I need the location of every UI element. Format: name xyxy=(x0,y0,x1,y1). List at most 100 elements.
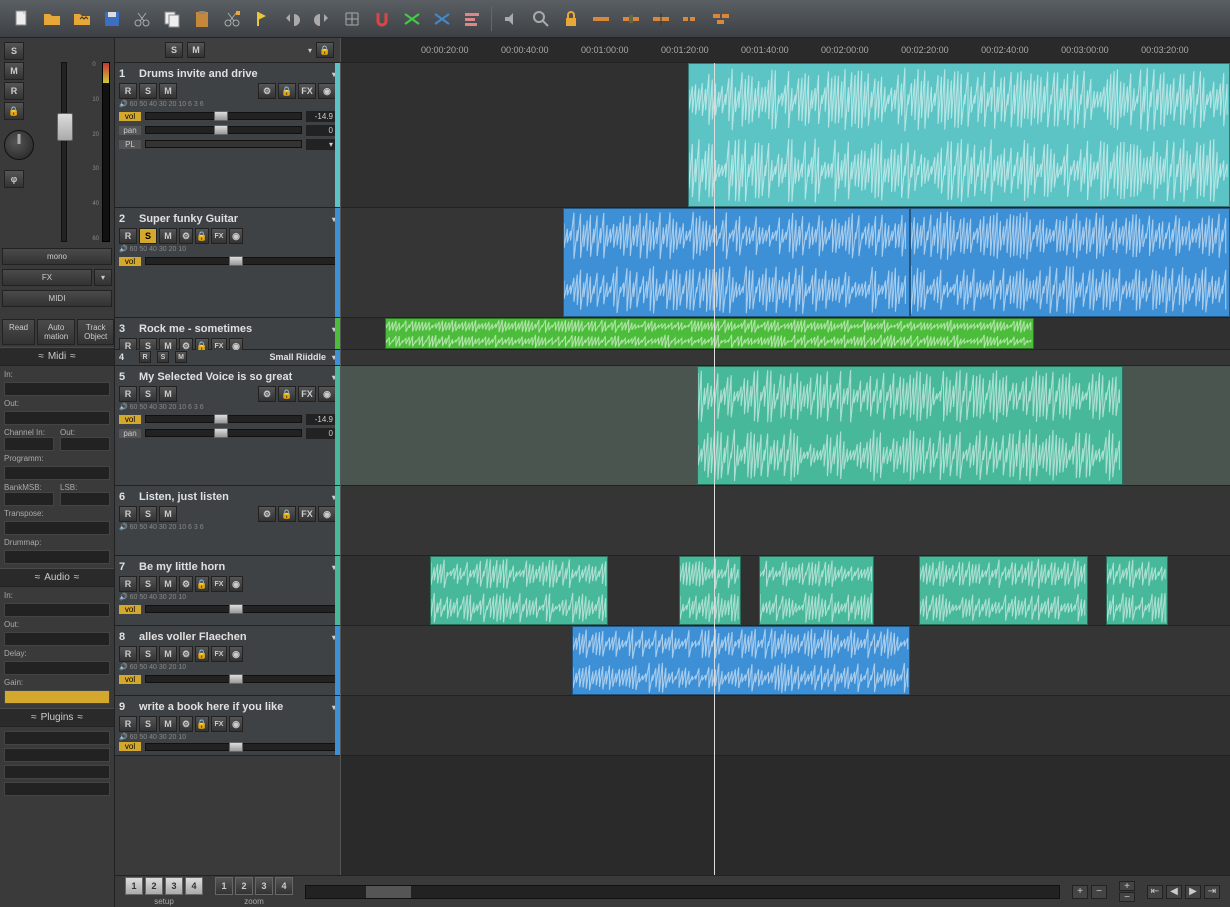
track-solo-button[interactable]: S xyxy=(139,83,157,99)
track-lane-6[interactable] xyxy=(341,486,1230,556)
mono-button[interactable]: mono xyxy=(2,248,112,265)
track-lane-1[interactable] xyxy=(341,63,1230,208)
phase-button[interactable]: φ xyxy=(4,170,24,188)
horizontal-scrollbar[interactable] xyxy=(305,885,1060,899)
midi-out-dropdown[interactable] xyxy=(4,411,110,425)
fx-dropdown[interactable]: ▾ xyxy=(94,269,112,286)
zoom-preset-3[interactable]: 3 xyxy=(255,877,273,895)
track-gear-button[interactable]: ⚙ xyxy=(179,228,193,244)
track-mute-button[interactable]: M xyxy=(159,386,177,402)
record-button[interactable]: R xyxy=(4,82,24,100)
track-header-8[interactable]: 8alles voller Flaechen▾RSM⚙🔒FX◉🔊 60 50 4… xyxy=(115,626,340,696)
track-lane-7[interactable] xyxy=(341,556,1230,626)
midi-panel-header[interactable]: ≈ Midi ≈ xyxy=(0,347,114,366)
track-header-7[interactable]: 7Be my little horn▾RSM⚙🔒FX◉🔊 60 50 40 30… xyxy=(115,556,340,626)
audio-clip[interactable] xyxy=(679,556,741,625)
master-solo-button[interactable]: S xyxy=(165,42,183,58)
audio-clip[interactable] xyxy=(1106,556,1168,625)
track-vol-slider[interactable] xyxy=(145,257,336,265)
snap-button[interactable] xyxy=(368,5,396,33)
track-mute-button[interactable]: M xyxy=(159,506,177,522)
midi-bankmsb-dropdown[interactable] xyxy=(4,492,54,506)
audio-clip[interactable] xyxy=(385,318,1034,349)
track-lock-button[interactable]: 🔒 xyxy=(195,228,209,244)
clip-area[interactable] xyxy=(340,63,1230,875)
audio-out-dropdown[interactable] xyxy=(4,632,110,646)
zoom-preset-4[interactable]: 4 xyxy=(275,877,293,895)
track-fx-button[interactable]: FX xyxy=(211,228,227,244)
zoom-tool-button[interactable] xyxy=(527,5,555,33)
plugin-slot-4[interactable] xyxy=(4,782,110,796)
track-lane-4[interactable] xyxy=(341,350,1230,366)
crossfade-alt-button[interactable] xyxy=(428,5,456,33)
range-button[interactable] xyxy=(587,5,615,33)
track-header-3[interactable]: 3Rock me - sometimes▾RSM⚙🔒FX◉ xyxy=(115,318,340,350)
track-vol-slider[interactable] xyxy=(145,675,336,683)
track-vol-slider[interactable] xyxy=(145,415,302,423)
track-fx-button[interactable]: FX xyxy=(211,716,227,732)
setup-page-3[interactable]: 3 xyxy=(165,877,183,895)
track-name[interactable]: Super funky Guitar xyxy=(139,213,326,225)
track-pan-slider[interactable] xyxy=(145,126,302,134)
track-gear-button[interactable]: ⚙ xyxy=(179,646,193,662)
track-record-button[interactable]: R xyxy=(119,83,137,99)
setup-page-2[interactable]: 2 xyxy=(145,877,163,895)
multi-range-button[interactable] xyxy=(677,5,705,33)
track-solo-button[interactable]: S xyxy=(139,716,157,732)
track-record-button[interactable]: R xyxy=(119,576,137,592)
copy-button[interactable] xyxy=(158,5,186,33)
track-record-button[interactable]: R xyxy=(119,228,137,244)
audio-clip[interactable] xyxy=(697,366,1124,485)
playhead[interactable] xyxy=(714,63,715,875)
track-solo-button[interactable]: S xyxy=(139,646,157,662)
range-alt-button[interactable] xyxy=(617,5,645,33)
track-name[interactable]: write a book here if you like xyxy=(139,701,326,713)
time-ruler[interactable]: 00:00:20:0000:00:40:0000:01:00:0000:01:2… xyxy=(340,38,1230,62)
track-name[interactable]: Listen, just listen xyxy=(139,491,326,503)
track-mute-button[interactable]: M xyxy=(159,228,177,244)
track-mute-button[interactable]: M xyxy=(159,83,177,99)
range-marker-button[interactable] xyxy=(647,5,675,33)
track-mute-button[interactable]: M xyxy=(159,646,177,662)
audio-panel-header[interactable]: ≈ Audio ≈ xyxy=(0,568,114,587)
lock-button[interactable] xyxy=(557,5,585,33)
track-plugin-button[interactable]: ◉ xyxy=(229,228,243,244)
zoom-in-v[interactable]: + xyxy=(1119,881,1135,891)
read-button[interactable]: Read xyxy=(2,319,35,345)
master-fader[interactable] xyxy=(61,62,67,242)
track-lane-9[interactable] xyxy=(341,696,1230,756)
track-solo-button[interactable]: S xyxy=(139,228,157,244)
plugins-panel-header[interactable]: ≈ Plugins ≈ xyxy=(0,708,114,727)
track-header-5[interactable]: 5My Selected Voice is so great▾RSM⚙🔒FX◉🔊… xyxy=(115,366,340,486)
fx-button[interactable]: FX xyxy=(2,269,92,286)
track-gear-button[interactable]: ⚙ xyxy=(258,83,276,99)
undo-button[interactable] xyxy=(278,5,306,33)
track-lock-button[interactable]: 🔒 xyxy=(195,576,209,592)
track-fx-button[interactable]: FX xyxy=(298,83,316,99)
track-plugin-button[interactable]: ◉ xyxy=(318,83,336,99)
track-header-4[interactable]: 4RSMSmall Riiddle▾ xyxy=(115,350,340,366)
midi-drummap-dropdown[interactable] xyxy=(4,550,110,564)
marker-button[interactable] xyxy=(248,5,276,33)
audio-clip[interactable] xyxy=(572,626,910,695)
mute-button[interactable]: M xyxy=(4,62,24,80)
track-mute-button[interactable]: M xyxy=(159,576,177,592)
track-lock-button[interactable]: 🔒 xyxy=(278,506,296,522)
track-record-button[interactable]: R xyxy=(119,386,137,402)
audio-clip[interactable] xyxy=(759,556,875,625)
align-left-button[interactable] xyxy=(458,5,486,33)
master-lock-button[interactable]: 🔒 xyxy=(316,42,334,58)
paste-button[interactable] xyxy=(188,5,216,33)
track-lane-8[interactable] xyxy=(341,626,1230,696)
track-gear-button[interactable]: ⚙ xyxy=(258,386,276,402)
brick-button[interactable] xyxy=(707,5,735,33)
audio-clip[interactable] xyxy=(910,208,1230,317)
track-pl-dropdown[interactable] xyxy=(145,140,302,148)
track-header-6[interactable]: 6Listen, just listen▾RSM⚙🔒FX◉🔊 60 50 40 … xyxy=(115,486,340,556)
open-file-button[interactable] xyxy=(38,5,66,33)
save-button[interactable] xyxy=(98,5,126,33)
nav-start[interactable]: ⇤ xyxy=(1147,885,1163,899)
track-mute-button[interactable]: M xyxy=(159,716,177,732)
cut-special-button[interactable] xyxy=(218,5,246,33)
track-lock-button[interactable]: 🔒 xyxy=(195,716,209,732)
